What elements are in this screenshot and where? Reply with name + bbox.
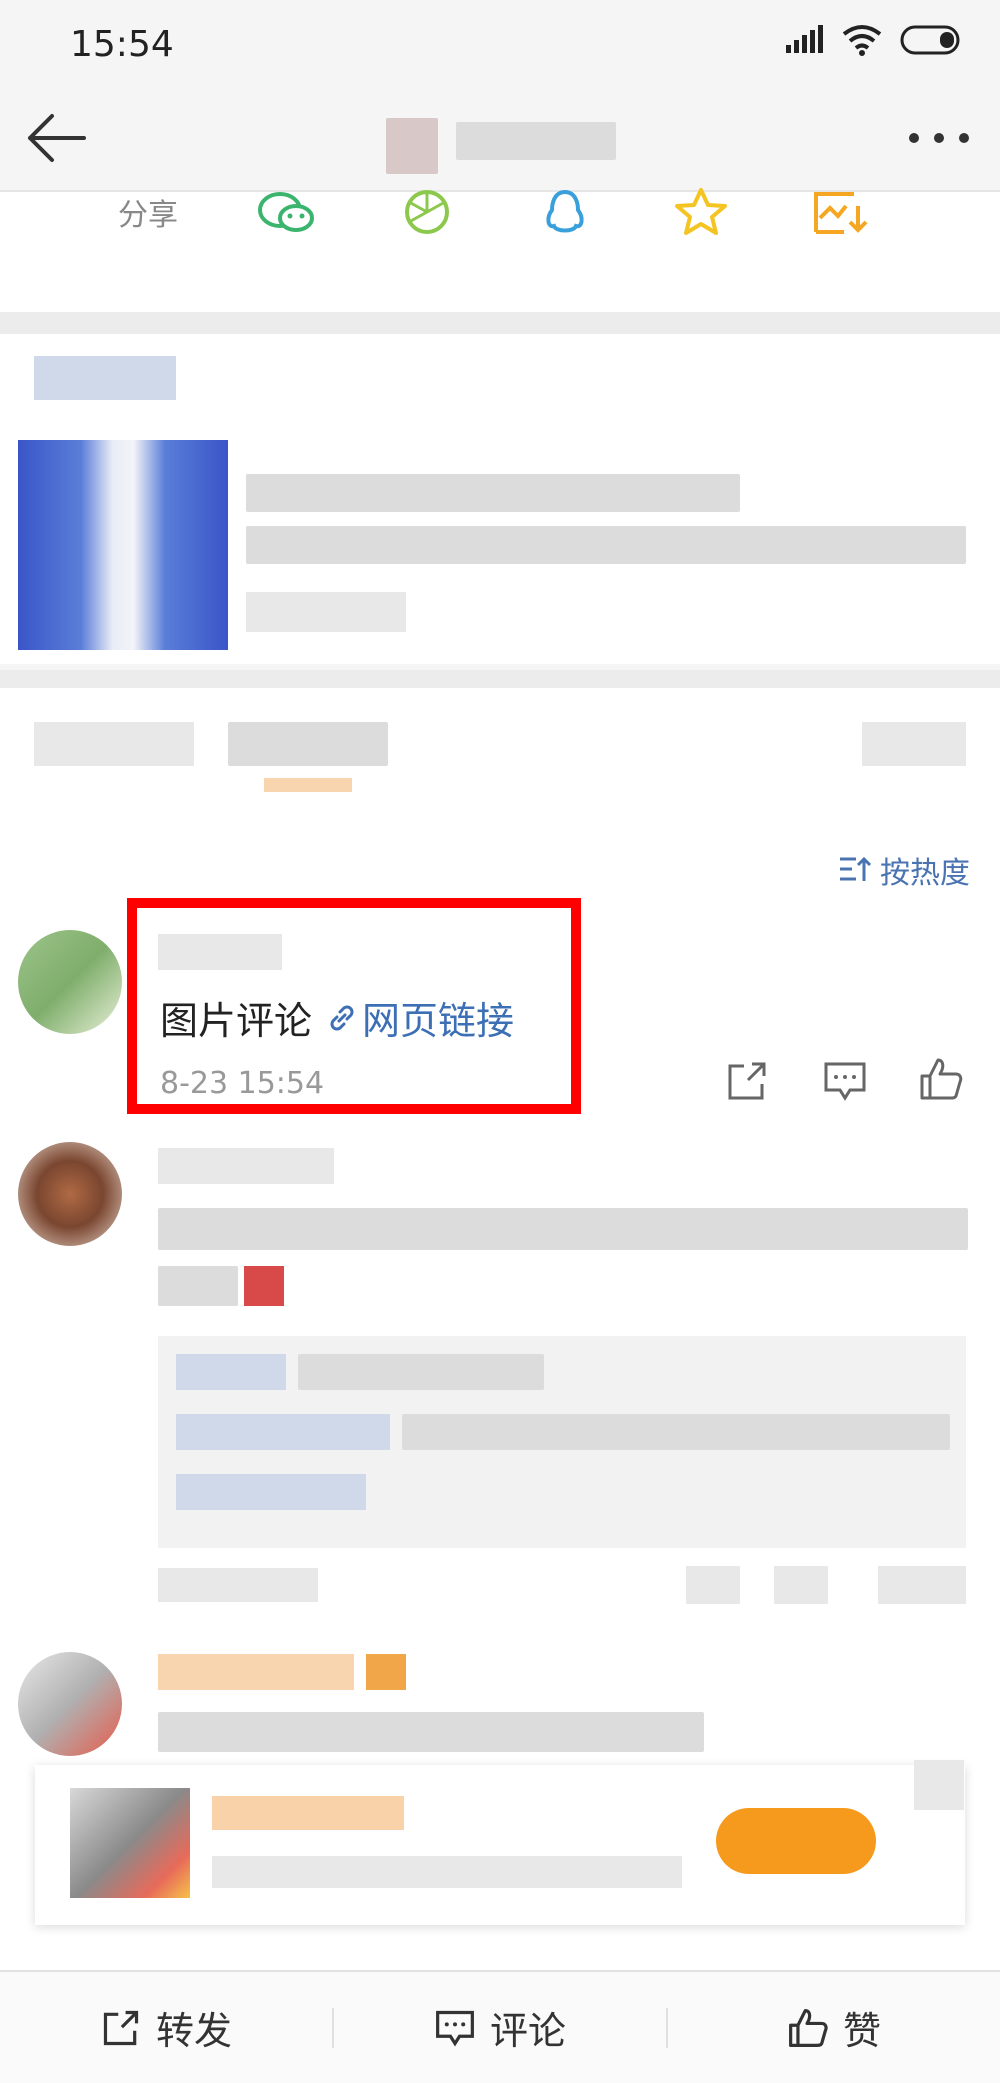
section-divider (0, 312, 1000, 334)
like-label: 赞 (842, 2009, 881, 2053)
like-button[interactable]: 赞 (668, 1972, 1000, 2083)
promo-action-button-blurred[interactable] (716, 1808, 876, 1874)
wifi-icon (842, 25, 882, 56)
promo-close-blurred[interactable] (914, 1760, 964, 1810)
moments-icon[interactable] (396, 188, 458, 236)
commenter-avatar[interactable] (18, 1142, 122, 1246)
qq-icon[interactable] (534, 188, 596, 236)
sort-label: 按热度 (880, 856, 970, 891)
reply-user-blurred[interactable] (176, 1414, 390, 1450)
comment-time-blurred (158, 1568, 318, 1602)
share-label: 分享 (118, 198, 178, 233)
tab-active-indicator (264, 778, 352, 792)
highlight-annotation-box (127, 898, 581, 1114)
section-divider (0, 670, 1000, 688)
reply-text-blurred (402, 1414, 950, 1450)
comment-text-blurred (158, 1712, 704, 1752)
reply-more-blurred[interactable] (176, 1474, 366, 1510)
action-blurred[interactable] (774, 1566, 828, 1604)
emoji-blurred (244, 1266, 284, 1306)
sort-icon (840, 856, 872, 881)
comment-label: 评论 (489, 2009, 566, 2053)
signal-icon (786, 25, 823, 53)
bottom-action-bar: 转发 评论 赞 (0, 1970, 1000, 2083)
tab-blurred[interactable] (34, 722, 194, 766)
favorite-star-icon[interactable] (670, 188, 732, 236)
tab-blurred-active[interactable] (228, 722, 388, 766)
repost-icon[interactable] (724, 1058, 770, 1104)
battery-icon (900, 25, 960, 55)
tab-blurred[interactable] (862, 722, 966, 766)
promo-subtitle-blurred (212, 1856, 682, 1888)
post-text-blurred (246, 592, 406, 632)
more-icon[interactable] (904, 118, 974, 158)
comment-icon (436, 2010, 474, 2047)
reply-text-blurred (298, 1354, 544, 1390)
comment-button[interactable]: 评论 (334, 1972, 666, 2083)
status-icons (784, 24, 962, 56)
like-icon[interactable] (918, 1056, 964, 1102)
post-text-blurred (246, 526, 966, 564)
thumbs-up-icon (789, 2008, 828, 2047)
save-album-icon[interactable] (810, 188, 872, 236)
post-author-blurred (34, 356, 176, 400)
promo-title-blurred (212, 1796, 404, 1830)
reply-user-blurred[interactable] (176, 1354, 286, 1390)
back-arrow-icon[interactable] (22, 108, 92, 168)
status-time: 15:54 (70, 24, 174, 65)
action-blurred[interactable] (878, 1566, 966, 1604)
comment-text-blurred (158, 1208, 968, 1250)
reply-icon[interactable] (822, 1058, 868, 1104)
repost-icon (103, 2010, 139, 2045)
commenter-avatar[interactable] (18, 930, 122, 1034)
post-thumbnail-blurred (18, 440, 228, 650)
nav-title-blurred (456, 122, 616, 160)
badge-blurred (366, 1654, 406, 1690)
repost-label: 转发 (155, 2009, 232, 2053)
promo-image-blurred (70, 1788, 190, 1898)
commenter-name-blurred[interactable] (158, 1654, 354, 1690)
comment-text-blurred (158, 1266, 238, 1306)
commenter-name-blurred[interactable] (158, 1148, 334, 1184)
action-blurred[interactable] (686, 1566, 740, 1604)
nav-avatar-blurred (386, 118, 438, 174)
wechat-icon[interactable] (256, 188, 318, 236)
repost-button[interactable]: 转发 (0, 1972, 332, 2083)
commenter-avatar[interactable] (18, 1652, 122, 1756)
post-text-blurred (246, 474, 740, 512)
sort-by-hot-button[interactable]: 按热度 (838, 848, 970, 892)
